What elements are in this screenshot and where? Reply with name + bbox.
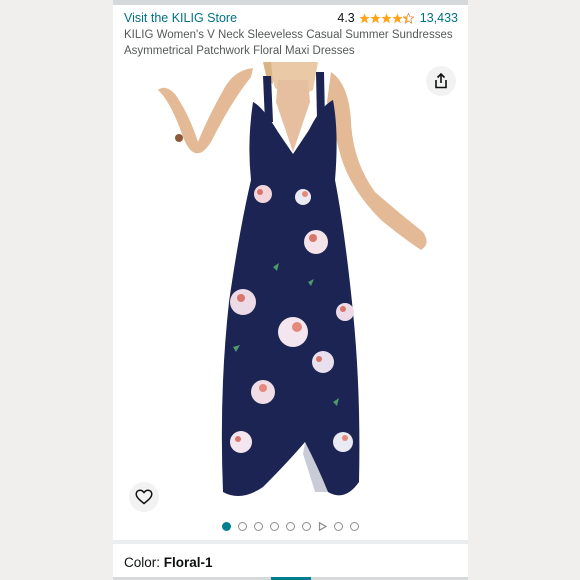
video-play-icon[interactable] [318, 521, 327, 531]
star-icon [359, 12, 370, 24]
share-button[interactable] [426, 66, 456, 96]
product-card: Visit the KILIG Store 4.3 13,433 KILIG W… [113, 0, 468, 580]
color-selection: Color: Floral-1 [124, 555, 213, 571]
color-label: Color: [124, 555, 164, 570]
product-photo-dress [158, 62, 427, 496]
star-rating [359, 12, 414, 24]
pagination-dot[interactable] [350, 521, 359, 531]
store-row: Visit the KILIG Store 4.3 13,433 [124, 10, 458, 26]
pagination-dot[interactable] [270, 521, 279, 531]
star-half-icon [402, 12, 414, 24]
top-divider [113, 0, 468, 5]
share-icon [435, 73, 447, 89]
rating-value: 4.3 [337, 11, 355, 25]
pagination-dot[interactable] [286, 521, 295, 531]
pagination-dot[interactable] [254, 521, 263, 531]
star-icon [392, 12, 403, 24]
gallery-pagination [113, 519, 468, 533]
visit-store-link[interactable]: Visit the KILIG Store [124, 10, 237, 26]
product-title: KILIG Women's V Neck Sleeveless Casual S… [124, 29, 453, 57]
wishlist-button[interactable] [129, 482, 159, 512]
product-image-gallery[interactable] [113, 62, 468, 514]
heart-icon [135, 489, 153, 505]
rating-summary[interactable]: 4.3 13,433 [337, 10, 458, 26]
pagination-dot-active[interactable] [222, 521, 231, 531]
pagination-dot[interactable] [238, 521, 247, 531]
pagination-dot[interactable] [334, 521, 343, 531]
review-count[interactable]: 13,433 [420, 10, 458, 26]
pagination-dot[interactable] [302, 521, 311, 531]
star-icon [370, 12, 381, 24]
star-icon [381, 12, 392, 24]
section-divider [113, 540, 468, 544]
color-value: Floral-1 [163, 555, 213, 570]
